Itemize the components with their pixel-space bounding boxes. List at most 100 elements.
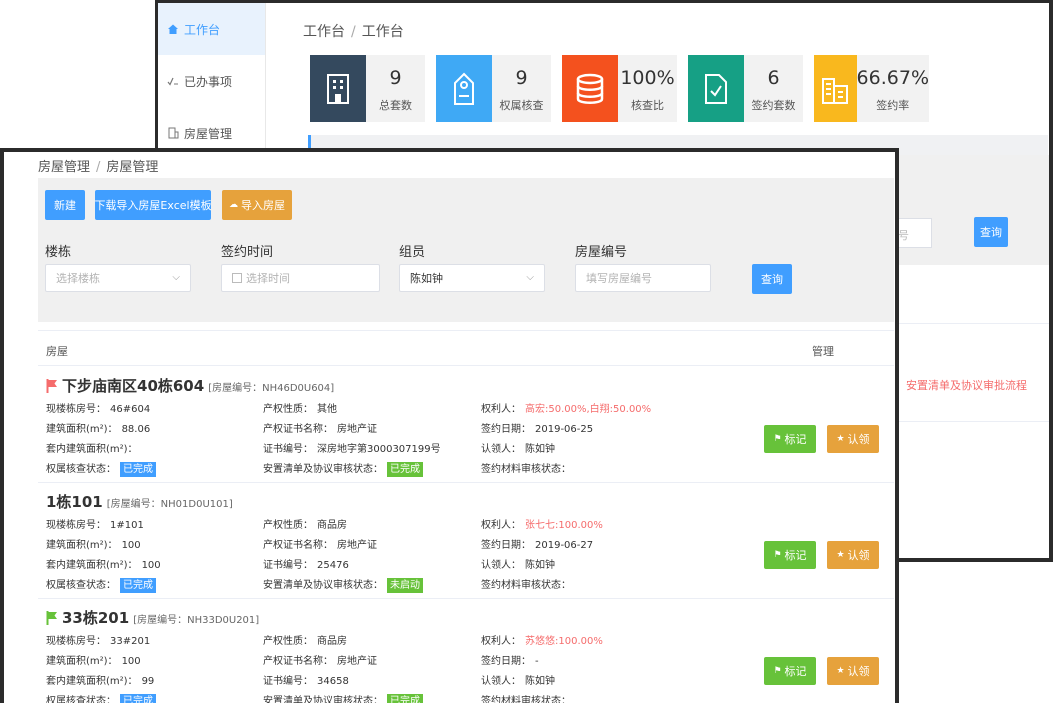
field-prop: 产权性质： 商品房 [263,632,347,647]
filter-label-house-number: 房屋编号 [575,245,628,260]
breadcrumb: 工作台 / 工作台 [303,24,404,40]
calendar-icon [232,273,242,283]
field-cert-name: 产权证书名称： 房地产证 [263,420,377,435]
table-row: 33栋201 [房屋编号：NH33D0U201] 现楼栋房号： 33#201 产权性质：… [38,599,894,703]
field-label: 安置清单及协议审核状态： [263,464,383,475]
claim-button[interactable]: ★ 认领 [827,541,879,569]
import-house-label: 导入房屋 [241,199,285,212]
house-name[interactable]: 33栋201 [62,607,129,628]
field-label: 套内建筑面积(m²)： [46,676,138,687]
house-number-input[interactable]: 号 [898,218,932,248]
field-label: 认领人： [481,676,521,687]
filter-label-sign-time: 签约时间 [221,245,274,260]
sidebar-item-workbench[interactable]: 工作台 [158,3,265,55]
claim-button-label: 认领 [847,665,870,678]
claim-button[interactable]: ★ 认领 [827,657,879,685]
field-value: 33#201 [110,636,151,647]
status-badge: 已完成 [120,694,156,703]
field-sign-date: 签约日期： 2019-06-25 [481,420,593,435]
mark-button-label: 标记 [784,433,807,446]
stat-value: 9 [389,66,402,89]
field-label: 产权性质： [263,404,313,415]
breadcrumb-item[interactable]: 房屋管理 [38,160,90,175]
query-button[interactable]: 查询 [752,264,792,294]
status-badge: 已完成 [120,578,156,593]
sidebar-item-done[interactable]: 已办事项 [158,55,265,107]
star-icon: ★ [836,666,845,676]
member-select[interactable]: 陈如钟 ⌵ [399,264,545,292]
field-sign-date: 签约日期： - [481,652,539,667]
field-label: 证书编号： [263,444,313,455]
house-name[interactable]: 1栋101 [46,491,103,512]
claim-button-label: 认领 [847,433,870,446]
stat-label: 权属核查 [499,98,544,112]
building-select[interactable]: 选择楼栋 ⌵ [45,264,191,292]
status-badge: 已完成 [120,462,156,477]
sidebar-item-label: 已办事项 [184,74,233,89]
cloud-upload-icon: ☁ [229,200,238,210]
field-label: 权利人： [481,404,521,415]
field-label: 建筑面积(m²)： [46,656,118,667]
house-name[interactable]: 下步庙南区40栋604 [62,375,204,396]
house-code: [房屋编号：NH01D0U101] [106,499,233,510]
sidebar-item-label: 工作台 [184,22,221,37]
mark-button[interactable]: ⚑ 标记 [764,425,816,453]
field-value: - [535,656,539,667]
field-audit: 权属核查状态： 已完成 [46,460,156,477]
status-badge: 已完成 [387,462,423,477]
approval-flow-link[interactable]: 安置清单及协议审批流程 [906,377,1027,393]
house-number-input[interactable]: 填写房屋编号 [575,264,711,292]
query-button[interactable]: 查询 [974,217,1008,247]
filter-label-member: 组员 [399,245,426,260]
new-button[interactable]: 新建 [45,190,85,220]
field-value: 2019-06-27 [535,540,594,551]
column-header-house: 房屋 [46,345,68,358]
field-prop: 产权性质： 其他 [263,400,337,415]
divider [898,323,1049,324]
field-owner: 权利人： 张七七:100.00% [481,516,603,531]
building-select-placeholder: 选择楼栋 [56,272,100,285]
field-value: 张七七:100.00% [525,520,603,531]
field-inner-area: 套内建筑面积(m²)： 100 [46,556,161,571]
field-label: 权利人： [481,636,521,647]
field-claimer: 认领人： 陈如钟 [481,440,555,455]
field-area: 建筑面积(m²)： 100 [46,536,141,551]
sign-time-picker[interactable]: 选择时间 [221,264,380,292]
house-title: 下步庙南区40栋604 [房屋编号：NH46D0U604] [46,375,334,396]
field-label: 产权性质： [263,520,313,531]
field-label: 权利人： [481,520,521,531]
download-template-button[interactable]: 下载导入房屋Excel模板 [94,190,212,220]
field-cert-no: 证书编号： 34658 [263,672,349,687]
field-value: 苏悠悠:100.00% [525,636,603,647]
table-row: 1栋101 [房屋编号：NH01D0U101] 现楼栋房号： 1#101 产权性质： 商品… [38,483,894,599]
claim-button[interactable]: ★ 认领 [827,425,879,453]
field-label: 签约日期： [481,540,531,551]
sign-time-placeholder: 选择时间 [246,272,290,285]
claim-button-label: 认领 [847,549,870,562]
column-header-manage: 管理 [812,345,834,358]
field-value: 高宏:50.00%,白翔:50.00% [525,404,652,415]
status-badge: 已完成 [387,694,423,703]
house-table: 房屋 管理 下步庙南区40栋604 [房屋编号：NH46D0U604] 现楼栋房号：… [38,330,894,703]
mark-button[interactable]: ⚑ 标记 [764,657,816,685]
field-label: 套内建筑面积(m²)： [46,444,138,455]
field-label: 签约材料审核状态： [481,464,571,475]
field-label: 产权证书名称： [263,424,333,435]
breadcrumb-item[interactable]: 工作台 [303,24,345,40]
filter-panel: 新建 下载导入房屋Excel模板 ☁ 导入房屋 楼栋 选择楼栋 ⌵ 签约时间 选择… [38,178,894,322]
stat-label: 总套数 [379,98,412,112]
field-label: 签约日期： [481,424,531,435]
field-owner: 权利人： 苏悠悠:100.00% [481,632,603,647]
field-claimer: 认领人： 陈如钟 [481,672,555,687]
import-house-button[interactable]: ☁ 导入房屋 [222,190,292,220]
field-value: 陈如钟 [525,560,555,571]
divider [898,421,1049,422]
stat-value: 66.67% [856,66,929,89]
field-label: 安置清单及协议审核状态： [263,580,383,591]
field-cert-name: 产权证书名称： 房地产证 [263,652,377,667]
filter-label-building: 楼栋 [45,245,72,260]
field-area: 建筑面积(m²)： 100 [46,652,141,667]
field-inner-area: 套内建筑面积(m²)： 99 [46,672,154,687]
field-label: 现楼栋房号： [46,636,106,647]
mark-button[interactable]: ⚑ 标记 [764,541,816,569]
